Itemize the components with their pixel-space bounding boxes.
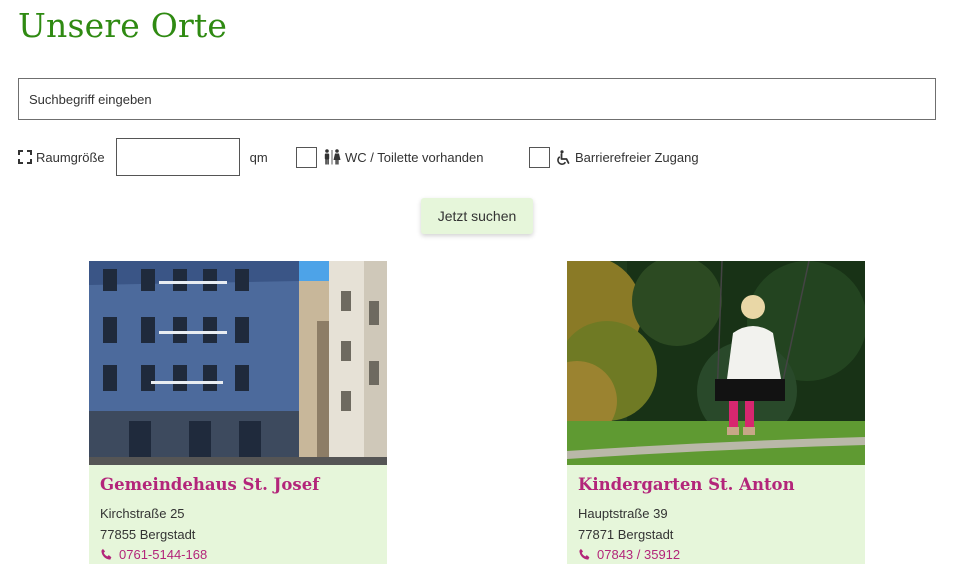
room-size-label: Raumgröße <box>36 149 105 165</box>
room-size-input[interactable] <box>115 138 240 176</box>
location-phone: 0761-5144-168 <box>119 547 208 562</box>
barrier-free-checkbox[interactable] <box>529 146 550 168</box>
wc-checkbox[interactable] <box>296 146 317 168</box>
location-name[interactable]: Kindergarten St. Anton <box>578 475 854 494</box>
wheelchair-icon <box>556 149 571 165</box>
location-city: 77855 Bergstadt <box>100 527 196 542</box>
location-card[interactable]: Kindergarten St. Anton Hauptstraße 39 77… <box>567 261 865 564</box>
room-size-unit: qm <box>249 149 268 165</box>
location-phone: 07843 / 35912 <box>597 547 681 562</box>
location-street: Kirchstraße 25 <box>100 506 185 521</box>
page-title: Unsere Orte <box>18 6 228 45</box>
wc-label: WC / Toilette vorhanden <box>345 149 484 165</box>
wc-filter: WC / Toilette vorhanden <box>296 138 484 176</box>
phone-icon <box>101 548 112 560</box>
search-submit-button[interactable]: Jetzt suchen <box>421 198 533 234</box>
phone-icon <box>579 548 590 560</box>
barrier-free-label: Barrierefreier Zugang <box>575 149 699 165</box>
search-input[interactable] <box>18 78 936 120</box>
location-name[interactable]: Gemeindehaus St. Josef <box>100 475 376 494</box>
location-photo-building[interactable] <box>89 261 387 465</box>
location-city: 77871 Bergstadt <box>578 527 674 542</box>
location-street: Hauptstraße 39 <box>578 506 668 521</box>
location-phone-link[interactable]: 0761-5144-168 <box>100 545 376 564</box>
room-size-filter: Raumgröße qm <box>18 138 268 176</box>
location-photo-swing[interactable] <box>567 261 865 465</box>
location-card[interactable]: Gemeindehaus St. Josef Kirchstraße 25 77… <box>89 261 387 564</box>
restroom-icon <box>323 149 341 165</box>
location-phone-link[interactable]: 07843 / 35912 <box>578 545 854 564</box>
barrier-free-filter: Barrierefreier Zugang <box>529 138 699 176</box>
filter-bar: Raumgröße qm WC / Toilette vorhanden Bar… <box>18 138 938 176</box>
expand-corners-icon <box>18 150 32 164</box>
